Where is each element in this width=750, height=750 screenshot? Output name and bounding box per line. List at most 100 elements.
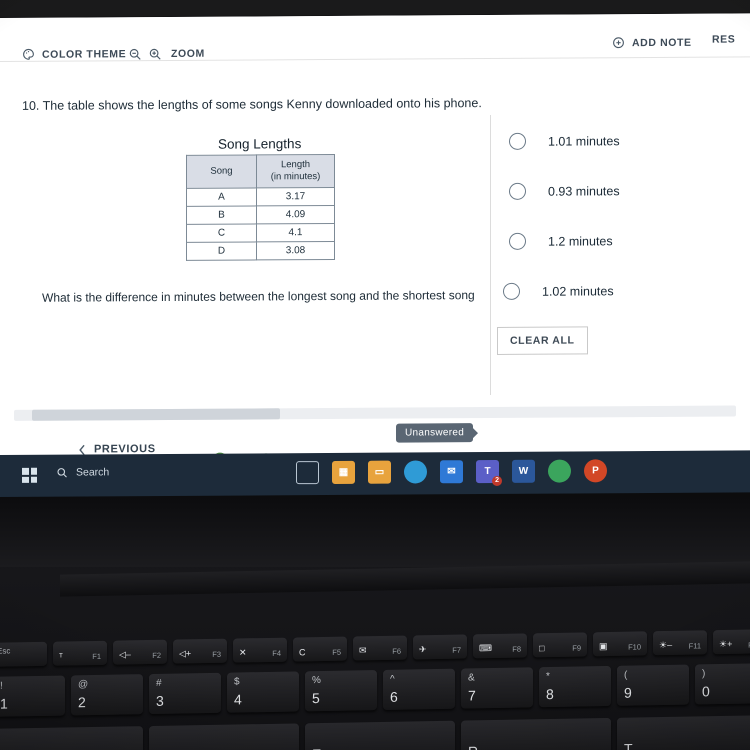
key-f2[interactable]: ◁– F2 [113, 639, 167, 665]
reset-button[interactable]: RES [712, 34, 735, 46]
answer-option-3[interactable]: 1.2 minutes [509, 232, 613, 250]
edge-browser-icon[interactable] [404, 460, 427, 484]
key-f6-label: F6 [392, 646, 401, 656]
cell-song: C [186, 223, 257, 243]
key-f12[interactable]: ☀+ F12 [713, 629, 750, 655]
radio-icon[interactable] [503, 282, 520, 300]
key-0-main: 0 [702, 683, 710, 700]
key-f5[interactable]: C F5 [293, 636, 347, 662]
mail-icon[interactable]: ✉ [440, 460, 463, 484]
key-5[interactable]: % 5 [305, 670, 377, 712]
zoom-in-icon[interactable] [148, 47, 162, 61]
key-q[interactable]: Q [0, 726, 143, 750]
horizontal-scrollbar[interactable] [14, 405, 736, 421]
calculator-icon[interactable]: ▦ [332, 460, 355, 484]
color-theme-button[interactable]: COLOR THEME [22, 47, 126, 61]
zoom-label: ZOOM [171, 47, 205, 60]
key-esc[interactable]: Esc [0, 641, 47, 667]
taskbar-app-icons: ▦ ▭ ✉ T 2 W P [296, 459, 607, 486]
key-8[interactable]: * 8 [539, 665, 611, 708]
windows-start-icon[interactable] [22, 467, 37, 483]
key-3[interactable]: # 3 [149, 672, 221, 715]
unanswered-tooltip: Unanswered [396, 423, 479, 443]
key-f10-label: F10 [628, 642, 641, 652]
key-9[interactable]: ( 9 [617, 664, 689, 706]
key-f10[interactable]: ▣ F10 [593, 631, 647, 657]
laptop-bezel-bottom [0, 497, 750, 567]
key-f7-glyph: ✈ [419, 644, 427, 655]
word-icon[interactable]: W [512, 459, 535, 483]
file-explorer-glyph: ▭ [374, 466, 385, 478]
key-4-sub: $ [234, 676, 240, 688]
key-2[interactable]: @ 2 [71, 674, 143, 716]
key-f6[interactable]: ✉ F6 [353, 635, 407, 661]
powerpoint-icon[interactable]: P [584, 459, 607, 483]
app-toolbar: COLOR THEME ZOOM ADD NOTE RES [0, 13, 750, 63]
file-explorer-icon[interactable]: ▭ [368, 460, 391, 484]
key-f7-label: F7 [452, 645, 461, 655]
cell-song: A [186, 187, 257, 207]
windows-taskbar: Search ▦ ▭ ✉ T 2 W P [0, 450, 750, 497]
key-0[interactable]: ) 0 [695, 663, 750, 705]
key-6[interactable]: ^ 6 [383, 668, 455, 710]
key-t[interactable]: T [617, 715, 750, 750]
key-t-main: T [624, 740, 633, 750]
cell-song: D [186, 241, 257, 261]
key-f9[interactable]: □ F9 [533, 632, 587, 658]
taskbar-search[interactable]: Search [56, 466, 109, 479]
key-f4[interactable]: ✕ F4 [233, 637, 287, 663]
key-5-sub: % [312, 675, 321, 687]
key-f3[interactable]: ◁+ F3 [173, 638, 227, 664]
key-8-sub: * [546, 671, 550, 683]
tooltip-caret [473, 428, 479, 439]
key-1[interactable]: ! 1 [0, 675, 65, 717]
chevron-left-icon [78, 444, 87, 455]
answer-option-4[interactable]: 1.02 minutes [503, 282, 614, 300]
key-7[interactable]: & 7 [461, 667, 533, 709]
photo-of-laptop: COLOR THEME ZOOM ADD NOTE RES 10. The ta… [0, 0, 750, 750]
answer-option-2[interactable]: 0.93 minutes [509, 182, 620, 200]
key-f8[interactable]: ⌨ F8 [473, 633, 527, 659]
key-w[interactable]: W [149, 723, 299, 750]
palette-icon [22, 48, 35, 61]
scrollbar-thumb[interactable] [32, 408, 280, 421]
answer-option-1[interactable]: 1.01 minutes [509, 132, 620, 150]
teams-icon[interactable]: T 2 [476, 459, 502, 486]
radio-icon[interactable] [509, 132, 526, 150]
key-f7[interactable]: ✈ F7 [413, 634, 467, 660]
key-f1[interactable]: ᵀ F1 [53, 640, 107, 666]
key-f3-glyph: ◁+ [179, 648, 192, 659]
header-song: Song [186, 154, 257, 189]
key-r[interactable]: R [461, 717, 611, 750]
color-theme-label: COLOR THEME [42, 47, 127, 61]
answer-label: 1.2 minutes [548, 233, 613, 249]
chrome-icon[interactable] [548, 459, 571, 483]
table-row: C 4.1 [186, 223, 335, 243]
radio-icon[interactable] [509, 232, 526, 250]
cell-length: 3.17 [256, 187, 335, 206]
radio-icon[interactable] [509, 182, 526, 200]
key-2-main: 2 [78, 694, 86, 711]
key-f5-glyph: C [299, 647, 306, 658]
key-4[interactable]: $ 4 [227, 671, 299, 713]
task-view-icon[interactable] [296, 461, 319, 485]
zoom-out-icon[interactable] [128, 47, 142, 61]
key-5-main: 5 [312, 690, 320, 707]
answer-label: 1.02 minutes [542, 283, 614, 299]
key-f11[interactable]: ☀– F11 [653, 630, 707, 656]
header-length: Length (in minutes) [256, 154, 335, 188]
laptop-keyboard: Esc ᵀ F1 ◁– F2 ◁+ F3 ✕ F4 C F5 ✉ F6 ✈ F7… [0, 629, 750, 750]
key-1-sub: ! [0, 680, 3, 692]
key-f2-label: F2 [152, 650, 161, 660]
calculator-glyph: ▦ [338, 466, 349, 478]
key-e[interactable]: E [305, 720, 455, 750]
add-note-button[interactable]: ADD NOTE [612, 36, 692, 49]
clear-all-button[interactable]: CLEAR ALL [497, 326, 588, 355]
cell-length: 4.1 [256, 223, 335, 242]
key-f8-glyph: ⌨ [479, 643, 492, 654]
zoom-controls[interactable]: ZOOM [128, 47, 205, 61]
teams-badge: 2 [492, 475, 502, 486]
header-length-line2: (in minutes) [270, 170, 321, 183]
key-f4-label: F4 [272, 648, 281, 658]
key-f11-label: F11 [688, 641, 701, 651]
